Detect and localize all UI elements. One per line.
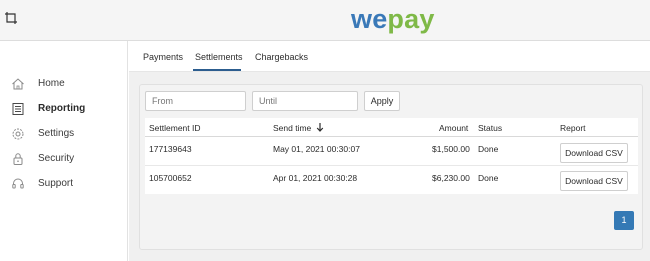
settlement-id-cell: 177139643 [149,144,192,154]
tab-settlements[interactable]: Settlements [195,50,243,64]
sidebar-item-settings[interactable]: Settings [0,122,127,147]
sidebar-item-home[interactable]: Home [0,72,127,97]
status-cell: Done [478,173,499,183]
sidebar-item-label: Support [38,178,74,189]
tab-payments[interactable]: Payments [143,50,183,64]
download-csv-button[interactable]: Download CSV [560,171,628,191]
sidebar: Home Reporting Settings Security Support [0,41,128,261]
logo-pay: pay [387,4,435,34]
crop-icon[interactable] [4,11,18,25]
download-csv-button[interactable]: Download CSV [560,143,628,163]
apply-button[interactable]: Apply [364,91,400,111]
row-divider [145,165,638,166]
tab-chargebacks[interactable]: Chargebacks [255,50,308,64]
amount-cell: $6,230.00 [432,173,470,183]
amount-cell: $1,500.00 [432,144,470,154]
header-divider [145,136,638,137]
from-date-input[interactable] [145,91,246,111]
column-header-label: Send time [273,123,312,133]
logo-we: we [351,4,388,34]
gear-icon [11,127,25,141]
column-header-status[interactable]: Status [478,122,502,134]
send-time-cell: May 01, 2021 00:30:07 [273,144,360,154]
until-date-input[interactable] [252,91,358,111]
reporting-icon [11,102,25,116]
column-header-settlement-id[interactable]: Settlement ID [149,122,201,134]
active-tab-indicator [193,69,241,71]
pagination-page-1[interactable]: 1 [614,211,634,230]
sidebar-item-label: Security [38,153,75,164]
sidebar-item-security[interactable]: Security [0,147,127,172]
column-header-amount[interactable]: Amount [439,122,468,134]
tab-bar: Payments Settlements Chargebacks [129,41,650,72]
wepay-logo: wepay [351,3,435,35]
headset-icon [11,177,25,191]
lock-icon [11,152,25,166]
sidebar-item-label: Home [38,78,65,89]
status-cell: Done [478,144,499,154]
sidebar-item-label: Settings [38,128,75,139]
column-header-send-time[interactable]: Send time [273,122,324,135]
arrow-down-icon[interactable] [316,122,324,135]
home-icon [11,77,25,91]
sidebar-item-support[interactable]: Support [0,172,127,197]
column-header-report: Report [560,123,586,133]
sidebar-item-label: Reporting [38,103,86,114]
top-bar: wepay [0,0,650,41]
settlement-id-cell: 105700652 [149,173,192,183]
send-time-cell: Apr 01, 2021 00:30:28 [273,173,358,183]
sidebar-item-reporting[interactable]: Reporting [0,97,127,122]
